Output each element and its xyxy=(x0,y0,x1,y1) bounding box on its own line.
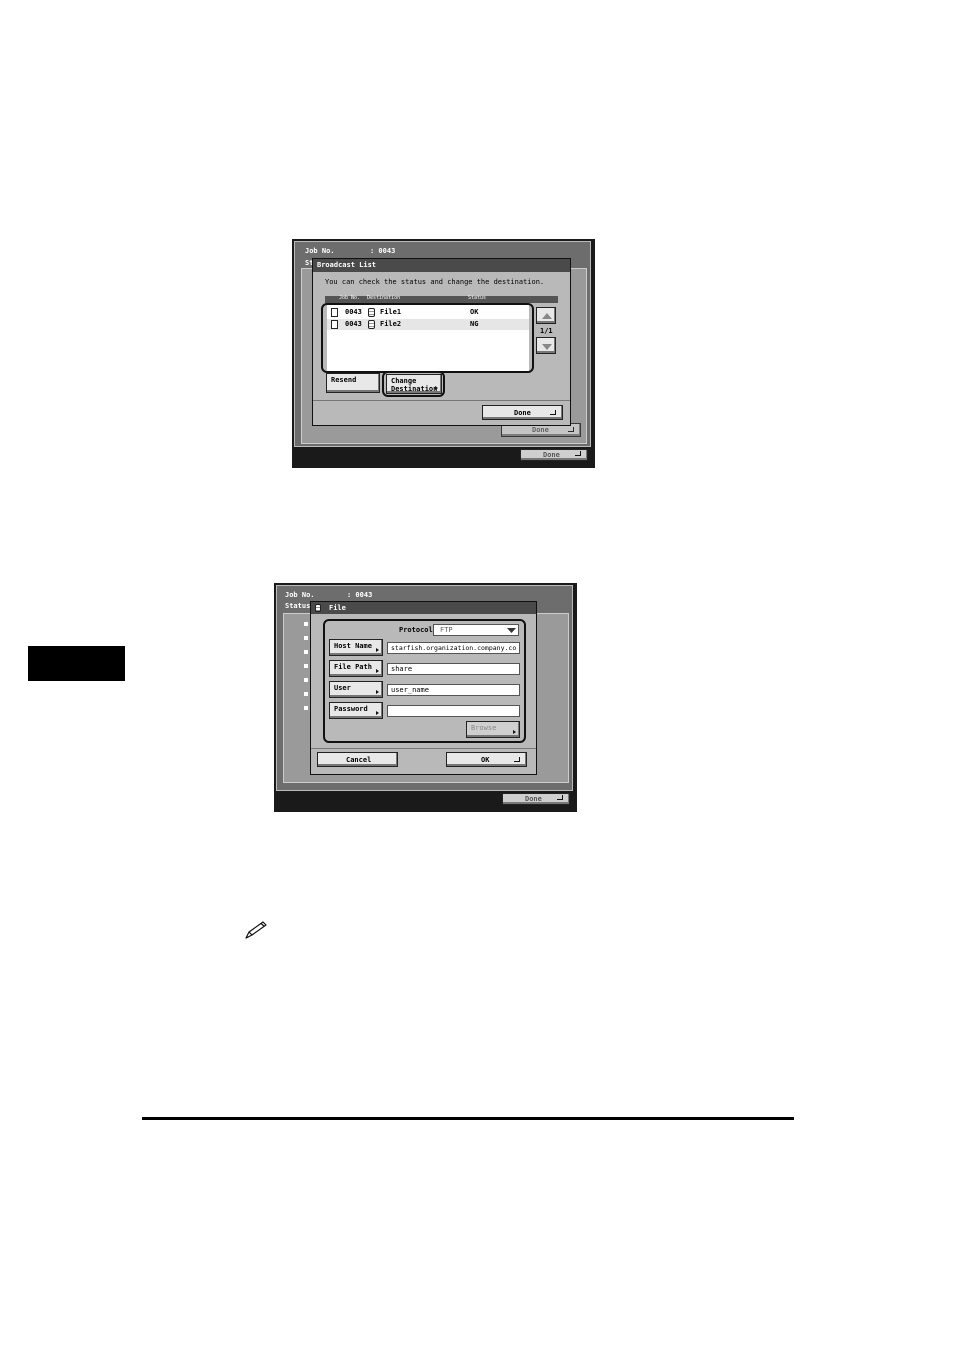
col-job-no: Job No. xyxy=(339,295,361,301)
list-highlight-callout xyxy=(321,303,534,373)
instruction-text: You can check the status and change the … xyxy=(325,278,545,286)
ok-button[interactable]: OK xyxy=(446,752,527,767)
browse-button[interactable]: Browse xyxy=(466,721,520,738)
job-no-label: Job No. xyxy=(285,591,315,599)
scroll-up-button[interactable] xyxy=(536,307,556,324)
file-path-field[interactable]: share xyxy=(387,663,520,675)
password-field[interactable] xyxy=(387,705,520,717)
enter-icon xyxy=(575,451,581,456)
broadcast-list-dialog: Broadcast List You can check the status … xyxy=(312,258,571,426)
job-no-value: : 0043 xyxy=(370,247,396,255)
col-destination: Destination xyxy=(367,295,401,301)
pencil-note-icon xyxy=(245,921,267,939)
arrow-up-icon xyxy=(542,313,552,319)
list-header: Job No. Destination Status xyxy=(325,296,558,303)
scroll-down-button[interactable] xyxy=(536,337,556,354)
dialog-title: File xyxy=(329,604,346,612)
file-path-button[interactable]: File Path xyxy=(329,660,383,677)
enter-icon xyxy=(514,757,520,762)
host-name-field[interactable]: starfish.organization.company.co xyxy=(387,642,520,654)
file-server-icon xyxy=(315,604,321,612)
job-no-label: Job No. xyxy=(305,247,335,255)
bottom-done-button[interactable]: Done xyxy=(520,449,588,461)
done-button[interactable]: Done xyxy=(482,405,563,420)
divider xyxy=(313,400,570,401)
cancel-button[interactable]: Cancel xyxy=(317,752,398,767)
dialog-title: Broadcast List xyxy=(317,261,377,269)
footer-rule xyxy=(142,1117,794,1120)
chapter-tab xyxy=(28,646,125,681)
resend-button[interactable]: Resend xyxy=(326,373,380,393)
broadcast-list-screenshot: Job No. : 0043 St Done Done Broadcast Li… xyxy=(292,239,595,468)
user-field[interactable]: user_name xyxy=(387,684,520,696)
password-button[interactable]: Password xyxy=(329,702,383,719)
dialog-title-bar: Broadcast List xyxy=(313,259,570,272)
job-no-value: : 0043 xyxy=(347,591,373,599)
change-destination-callout xyxy=(382,371,445,397)
enter-icon xyxy=(557,795,563,800)
col-status: Status xyxy=(468,295,487,301)
divider xyxy=(311,748,536,749)
protocol-label: Protocol: xyxy=(399,626,437,634)
file-dialog: File Protocol: FTP Host Name starfish.or… xyxy=(310,601,537,775)
bottom-done-button[interactable]: Done xyxy=(502,793,570,805)
chevron-down-icon xyxy=(507,628,516,633)
file-destination-screenshot: Job No. : 0043 Status Done File Protocol… xyxy=(274,583,577,812)
user-button[interactable]: User xyxy=(329,681,383,698)
dialog-title-bar: File xyxy=(311,602,536,614)
arrow-down-icon xyxy=(542,344,552,350)
page-indicator: 1/1 xyxy=(540,327,553,335)
protocol-select[interactable]: FTP xyxy=(433,624,519,636)
status-label: Status xyxy=(285,602,311,610)
enter-icon xyxy=(550,410,556,415)
host-name-button[interactable]: Host Name xyxy=(329,639,383,656)
enter-icon xyxy=(568,427,574,432)
